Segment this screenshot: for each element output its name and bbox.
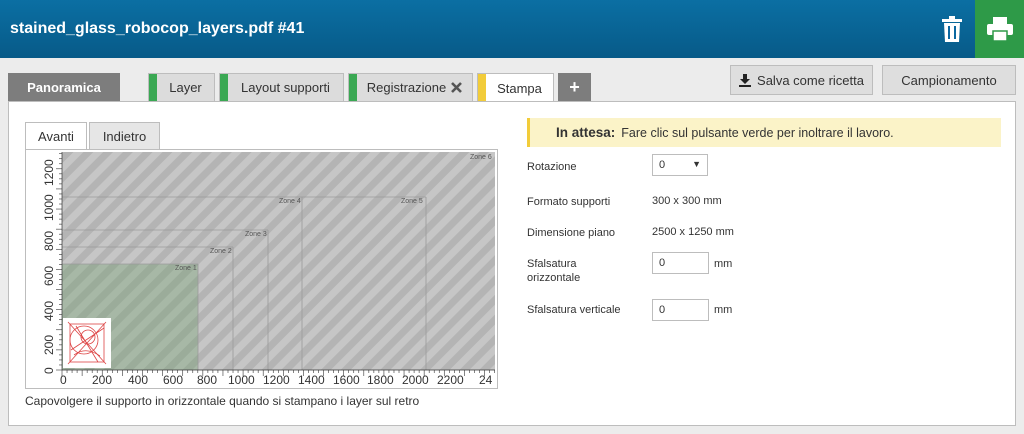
zone-label: Zone 3 <box>245 231 267 238</box>
notice-label: In attesa: <box>556 125 616 140</box>
subtab-front-label: Avanti <box>38 129 74 144</box>
x-tick-label: 1600 <box>333 373 360 387</box>
x-tick-label: 1400 <box>298 373 325 387</box>
x-tick-label: 1000 <box>228 373 255 387</box>
window-title: stained_glass_robocop_layers.pdf #41 <box>10 20 305 37</box>
y-tick-label: 0 <box>42 367 56 374</box>
x-tick-label: 2000 <box>402 373 429 387</box>
tab-layout-label: Layout supporti <box>241 80 330 95</box>
x-tick-label: 1800 <box>367 373 394 387</box>
subtab-back-label: Indietro <box>102 128 147 144</box>
media-size-value: 300 x 300 mm <box>652 195 722 207</box>
x-tick-label: 0 <box>60 373 67 387</box>
h-offset-label-line2: orizzontale <box>527 272 581 284</box>
zone-label: Zone 6 <box>470 154 492 161</box>
x-tick-label: 24 <box>479 373 493 387</box>
tab-layer-status <box>149 74 157 101</box>
plus-icon: + <box>569 77 580 97</box>
save-recipe-label: Salva come ricetta <box>757 72 864 88</box>
artwork-thumbnail <box>63 318 111 368</box>
delete-button[interactable] <box>930 8 974 50</box>
preview-caption: Capovolgere il supporto in orizzontale q… <box>25 394 420 408</box>
rotation-label: Rotazione <box>527 161 577 173</box>
notice-text: Fare clic sul pulsante verde per inoltra… <box>621 125 894 140</box>
bed-size-value: 2500 x 1250 mm <box>652 226 734 238</box>
zone-label: Zone 2 <box>210 248 232 255</box>
print-button[interactable] <box>975 0 1024 58</box>
sampling-label: Campionamento <box>901 72 997 88</box>
y-tick-label: 400 <box>42 301 56 321</box>
tab-registration[interactable]: Registrazione <box>348 73 473 101</box>
tab-layout-status <box>220 74 228 101</box>
zone-label: Zone 1 <box>175 265 197 272</box>
v-offset-label: Sfalsatura verticale <box>527 304 621 316</box>
y-tick-label: 1200 <box>42 159 56 186</box>
print-panel: Avanti Indietro Zone 1 Zone 2 Zone 3 Zon… <box>8 101 1016 426</box>
bed-size-label: Dimensione piano <box>527 227 616 239</box>
h-offset-label-line1: Sfalsatura <box>527 258 577 270</box>
y-tick-label: 800 <box>42 231 56 251</box>
x-icon <box>451 82 463 93</box>
add-tab-button[interactable]: + <box>558 73 591 101</box>
tab-reg-status <box>349 74 357 101</box>
rotation-select[interactable]: 0 ▼ <box>652 154 708 176</box>
x-tick-label: 400 <box>128 373 148 387</box>
x-tick-label: 200 <box>92 373 112 387</box>
rotation-value: 0 <box>659 159 666 171</box>
status-notice: In attesa: Fare clic sul pulsante verde … <box>527 118 1001 147</box>
title-bar: stained_glass_robocop_layers.pdf #41 <box>0 0 1024 58</box>
x-tick-label: 800 <box>197 373 217 387</box>
subtab-front[interactable]: Avanti <box>25 122 87 150</box>
x-tick-label: 600 <box>163 373 183 387</box>
save-recipe-button[interactable]: Salva come ricetta <box>730 65 873 95</box>
y-tick-label: 1000 <box>42 194 56 221</box>
zone-label: Zone 4 <box>279 198 301 205</box>
v-offset-input[interactable] <box>652 299 709 321</box>
tab-reg-label: Registrazione <box>366 80 447 95</box>
tab-layer-label: Layer <box>169 80 202 95</box>
x-tick-label: 2200 <box>437 373 464 387</box>
v-offset-unit: mm <box>714 304 733 316</box>
h-offset-input[interactable] <box>652 252 709 274</box>
tab-overview-label: Panoramica <box>27 80 101 95</box>
zone-label: Zone 5 <box>401 198 423 205</box>
tab-media-layout[interactable]: Layout supporti <box>219 73 344 101</box>
sampling-button[interactable]: Campionamento <box>882 65 1016 95</box>
x-tick-label: 1200 <box>263 373 290 387</box>
tab-print-status <box>478 74 486 102</box>
printer-icon <box>986 17 1013 41</box>
tab-overview[interactable]: Panoramica <box>8 73 120 101</box>
bed-preview: Zone 1 Zone 2 Zone 3 Zone 4 Zone 5 Zone … <box>25 149 498 389</box>
h-offset-unit: mm <box>714 258 733 270</box>
tab-layer[interactable]: Layer <box>148 73 215 101</box>
y-tick-label: 200 <box>42 335 56 355</box>
download-icon <box>739 73 752 87</box>
subtab-back[interactable]: Indietro <box>89 122 160 149</box>
tab-print[interactable]: Stampa <box>477 73 554 102</box>
media-size-label: Formato supporti <box>527 196 611 208</box>
y-tick-label: 600 <box>42 266 56 286</box>
trash-icon <box>942 16 962 42</box>
h-offset-label: Sfalsatura orizzontale <box>527 257 580 285</box>
tab-print-label: Stampa <box>497 80 542 96</box>
chevron-down-icon: ▼ <box>692 159 701 169</box>
